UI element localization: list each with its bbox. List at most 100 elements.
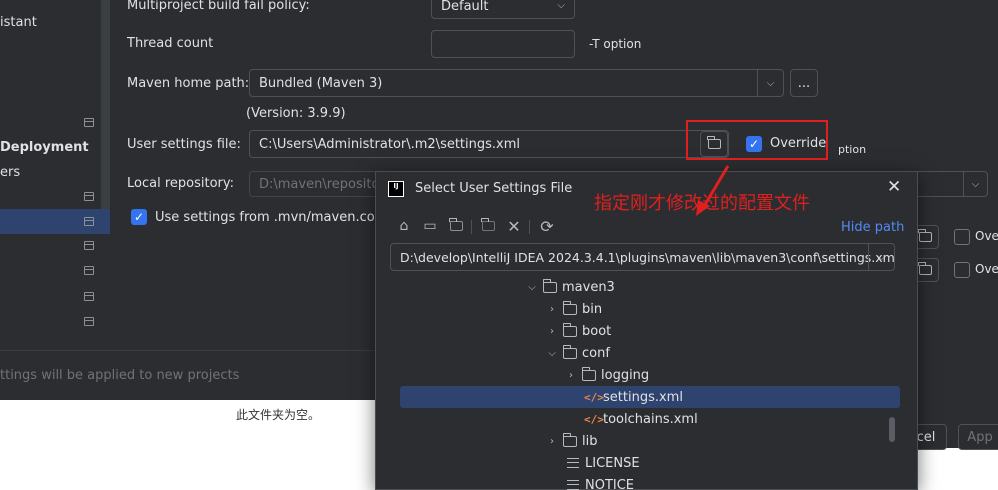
user-settings-value: C:\Users\Administrator\.m2\settings.xml	[259, 136, 521, 152]
chevron-right-icon[interactable]: ›	[545, 326, 559, 337]
tree-node-label: conf	[582, 345, 610, 361]
right-override-label: Ove	[975, 229, 998, 243]
maven-version-label: (Version: 3.9.9)	[246, 106, 346, 121]
folder-icon	[562, 300, 577, 315]
text-file-icon	[567, 458, 579, 468]
annotation-arrow	[696, 165, 730, 216]
user-settings-label: User settings file:	[127, 137, 241, 152]
tree-node-settings-xml[interactable]: </> settings.xml	[400, 386, 900, 408]
toolbar-separator	[471, 220, 472, 234]
nav-item-icon	[84, 266, 94, 275]
tree-scrollbar-thumb[interactable]	[889, 417, 895, 442]
xml-file-icon: </>	[584, 390, 604, 404]
tree-node-bin[interactable]: › bin	[400, 298, 900, 320]
chevron-right-icon[interactable]: ›	[564, 370, 578, 381]
maven-home-label: Maven home path:	[127, 76, 250, 91]
tree-node-label: NOTICE	[585, 477, 635, 490]
chevron-down-icon[interactable]: ⌵	[963, 172, 987, 196]
new-projects-hint: ttings will be applied to new projects	[0, 368, 240, 383]
folder-icon	[918, 262, 932, 275]
nav-item-icon	[84, 192, 94, 201]
right-override-label-2: Ove	[975, 262, 998, 276]
option-hint: ption	[838, 143, 867, 156]
tree-node-logging[interactable]: › logging	[400, 364, 900, 386]
text-file-icon	[567, 480, 579, 490]
local-repo-label: Local repository:	[127, 176, 234, 191]
tree-node-boot[interactable]: › boot	[400, 320, 900, 342]
nav-item-assistant[interactable]: istant	[0, 15, 37, 30]
nav-item-icon	[84, 292, 94, 301]
local-repo-input: D:\maven\repository	[249, 171, 389, 197]
tree-node-label: lib	[582, 433, 598, 449]
desktop-icon[interactable]: ▭	[420, 216, 440, 236]
local-repo-value: D:\maven\repository	[259, 176, 389, 192]
annotation-highlight-box	[686, 120, 828, 160]
home-icon[interactable]: ⌂	[394, 216, 414, 236]
select-settings-file-dialog: IJ Select User Settings File ✕ ⌂ ▭ ✕ ⟳ H…	[375, 171, 918, 490]
dialog-title: Select User Settings File	[415, 181, 573, 196]
settings-panel-lower-right	[918, 270, 998, 448]
tree-node-conf[interactable]: ⌵ conf	[400, 342, 900, 364]
chevron-down-icon[interactable]: ⌵	[525, 282, 539, 293]
path-value: D:\develop\IntelliJ IDEA 2024.3.4.1\plug…	[400, 249, 895, 265]
xml-file-icon: </>	[584, 412, 604, 426]
nav-item-icon	[84, 217, 94, 226]
mvn-config-checkbox[interactable]: ✓	[131, 209, 147, 225]
folder-icon	[581, 366, 596, 381]
right-override-checkbox[interactable]	[954, 229, 970, 245]
hide-path-link[interactable]: Hide path	[841, 220, 904, 235]
fail-policy-label: Multiproject build fail policy:	[127, 0, 310, 13]
empty-folder-message: 此文件夹为空。	[236, 408, 321, 422]
thread-count-input[interactable]	[431, 30, 575, 58]
folder-icon	[562, 344, 577, 359]
delete-icon[interactable]: ✕	[504, 216, 524, 236]
folder-icon	[562, 432, 577, 447]
nav-item-deployment[interactable]: Deployment	[0, 140, 89, 155]
fail-policy-select[interactable]: Default ⌵	[431, 0, 575, 19]
chevron-down-icon: ⌵	[557, 0, 565, 11]
tree-node-lib[interactable]: › lib	[400, 430, 900, 452]
tree-node-label: bin	[582, 301, 603, 317]
chevron-down-icon[interactable]: ⌵	[868, 244, 894, 270]
tree-node-maven3[interactable]: ⌵ maven3	[400, 276, 900, 298]
thread-count-label: Thread count	[127, 36, 214, 51]
maven-home-combo[interactable]: Bundled (Maven 3) ⌵	[249, 69, 784, 97]
chevron-down-icon[interactable]: ⌵	[545, 348, 559, 359]
chevron-right-icon[interactable]: ›	[545, 436, 559, 447]
user-settings-input[interactable]: C:\Users\Administrator\.m2\settings.xml	[249, 130, 729, 158]
apply-button[interactable]: App	[958, 424, 998, 450]
folder-icon	[481, 218, 495, 231]
refresh-icon[interactable]: ⟳	[537, 216, 557, 236]
nav-item-icon	[84, 317, 94, 326]
nav-item-icon	[84, 118, 94, 127]
file-tree: ⌵ maven3 › bin › boot ⌵ conf › logging <…	[388, 275, 907, 490]
nav-divider	[101, 0, 110, 210]
close-icon[interactable]: ✕	[887, 177, 901, 197]
chevron-right-icon[interactable]: ›	[545, 304, 559, 315]
tree-node-license[interactable]: LICENSE	[400, 452, 900, 474]
folder-icon	[562, 322, 577, 337]
right-override-checkbox-2[interactable]	[954, 262, 970, 278]
tree-node-label: LICENSE	[585, 455, 640, 471]
tree-node-label: boot	[582, 323, 612, 339]
maven-home-value: Bundled (Maven 3)	[259, 75, 383, 91]
project-folder-icon[interactable]	[446, 216, 466, 236]
nav-item-ers[interactable]: ers	[0, 165, 20, 180]
local-repo-combo-arrow[interactable]: ⌵	[912, 171, 988, 197]
new-folder-icon[interactable]	[478, 216, 498, 236]
tree-node-label: maven3	[562, 279, 615, 295]
tree-node-label: settings.xml	[603, 389, 683, 405]
nav-item-icon	[84, 241, 94, 250]
folder-icon	[449, 218, 463, 231]
tree-node-label: toolchains.xml	[603, 411, 698, 427]
path-combo[interactable]: D:\develop\IntelliJ IDEA 2024.3.4.1\plug…	[390, 243, 895, 271]
tree-node-label: logging	[601, 367, 650, 383]
maven-home-browse-button[interactable]: ...	[790, 69, 818, 97]
toolbar-separator	[529, 220, 530, 234]
thread-count-hint: -T option	[589, 37, 642, 51]
chevron-down-icon[interactable]: ⌵	[757, 70, 783, 96]
folder-icon	[542, 278, 557, 293]
tree-node-notice[interactable]: NOTICE	[400, 474, 900, 490]
tree-node-toolchains-xml[interactable]: </> toolchains.xml	[400, 408, 900, 430]
intellij-logo-icon: IJ	[388, 181, 404, 197]
